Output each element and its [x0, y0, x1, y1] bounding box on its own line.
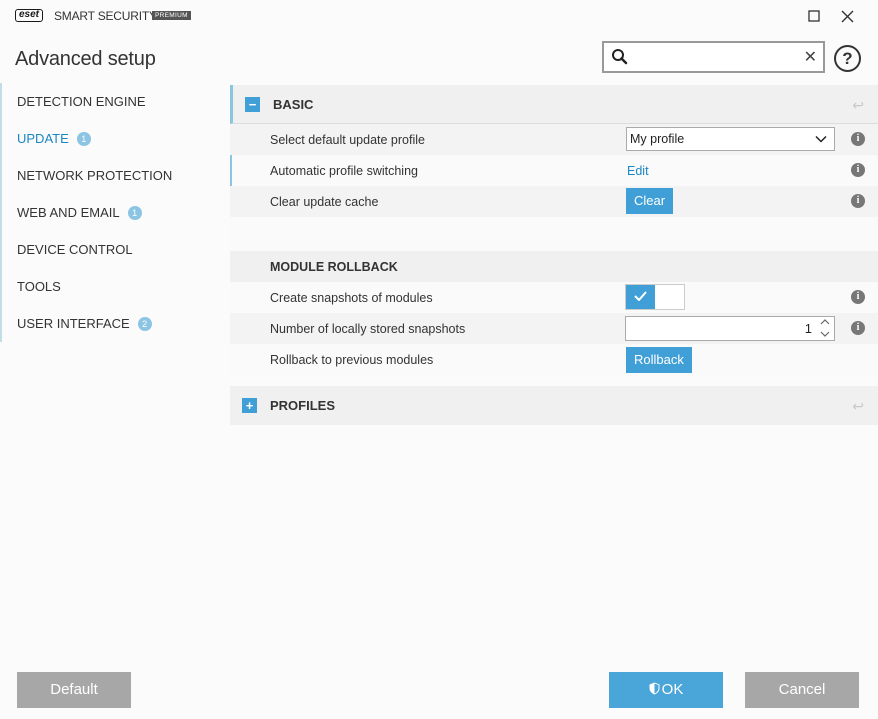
update-profile-select[interactable]: My profile [626, 127, 835, 151]
setting-label: Create snapshots of modules [270, 291, 433, 305]
edit-link[interactable]: Edit [627, 164, 649, 178]
ok-button[interactable]: OK [609, 672, 723, 708]
setting-row-create-snapshots: Create snapshots of modules i [230, 282, 878, 313]
subsection-header-module-rollback: MODULE ROLLBACK [230, 251, 878, 282]
reset-section-icon[interactable]: ↩ [852, 398, 864, 415]
clear-search-icon[interactable]: ✕ [804, 47, 817, 67]
settings-panel: − BASIC ↩ Select default update profile … [230, 85, 878, 425]
cancel-button[interactable]: Cancel [745, 672, 859, 708]
title-bar: eset SMART SECURITY PREMIUM [0, 0, 878, 32]
sidebar-item-label: DETECTION ENGINE [17, 94, 146, 109]
reset-section-icon[interactable]: ↩ [852, 97, 864, 114]
ok-label: OK [661, 681, 684, 698]
notification-badge: 1 [127, 206, 142, 220]
spacer [230, 217, 878, 251]
setting-row-update-profile: Select default update profile My profile… [230, 124, 878, 155]
search-input[interactable] [634, 46, 799, 68]
maximize-icon [808, 10, 820, 22]
sidebar-item-label: UPDATE [17, 131, 69, 146]
edition-badge: PREMIUM [152, 11, 191, 20]
setting-row-snapshot-count: Number of locally stored snapshots 1 i [230, 313, 878, 344]
close-icon [841, 10, 853, 22]
section-title: BASIC [273, 97, 314, 112]
maximize-button[interactable] [804, 6, 824, 26]
chevron-down-icon[interactable] [820, 330, 830, 338]
page-title: Advanced setup [15, 48, 156, 70]
clear-cache-button[interactable]: Clear [626, 188, 674, 214]
help-button[interactable]: ? [834, 45, 861, 72]
setting-row-auto-profile-switching: Automatic profile switching Edit i [230, 155, 878, 186]
setting-label: Rollback to previous modules [270, 353, 434, 367]
sidebar-item-network-protection[interactable]: NETWORK PROTECTION [0, 157, 230, 194]
sidebar: DETECTION ENGINE UPDATE 1 NETWORK PROTECT… [0, 83, 230, 342]
notification-badge: 2 [137, 317, 152, 331]
sidebar-item-label: DEVICE CONTROL [17, 242, 133, 257]
sidebar-item-label: TOOLS [17, 279, 61, 294]
setting-row-rollback: Rollback to previous modules Rollback [230, 344, 878, 375]
sidebar-item-label: WEB AND EMAIL [17, 205, 120, 220]
sidebar-item-label: USER INTERFACE [17, 316, 130, 331]
stepper-arrows[interactable] [819, 318, 831, 342]
chevron-up-icon[interactable] [820, 318, 830, 326]
sidebar-item-device-control[interactable]: DEVICE CONTROL [0, 231, 230, 268]
search-icon [612, 49, 628, 65]
sidebar-item-label: NETWORK PROTECTION [17, 168, 173, 183]
info-icon[interactable]: i [851, 290, 865, 304]
close-window-button[interactable] [837, 6, 857, 26]
section-header-basic[interactable]: − BASIC ↩ [230, 85, 878, 124]
sidebar-item-update[interactable]: UPDATE 1 [0, 120, 230, 157]
sidebar-item-web-and-email[interactable]: WEB AND EMAIL 1 [0, 194, 230, 231]
checkmark-icon [626, 285, 655, 309]
info-icon[interactable]: i [851, 321, 865, 335]
sidebar-item-tools[interactable]: TOOLS [0, 268, 230, 305]
eset-logo: eset [15, 9, 44, 22]
snapshot-count-stepper[interactable]: 1 [625, 316, 835, 341]
setting-label: Number of locally stored snapshots [270, 322, 466, 336]
info-icon[interactable]: i [851, 194, 865, 208]
stepper-value: 1 [804, 321, 812, 336]
setting-row-clear-cache: Clear update cache Clear i [230, 186, 878, 217]
notification-badge: 1 [76, 132, 91, 146]
collapse-icon[interactable]: − [245, 97, 260, 112]
setting-label: Select default update profile [270, 133, 425, 147]
sidebar-item-detection-engine[interactable]: DETECTION ENGINE [0, 83, 230, 120]
shield-icon [649, 682, 660, 695]
search-box[interactable]: ✕ [602, 41, 825, 73]
sidebar-item-user-interface[interactable]: USER INTERFACE 2 [0, 305, 230, 342]
setting-label: Automatic profile switching [270, 164, 418, 178]
section-header-profiles[interactable]: + PROFILES ↩ [230, 386, 878, 425]
default-button[interactable]: Default [17, 672, 131, 708]
info-icon[interactable]: i [851, 163, 865, 177]
section-title: PROFILES [270, 398, 336, 413]
product-name: SMART SECURITY [54, 9, 157, 23]
select-value: My profile [630, 132, 685, 146]
subsection-title: MODULE ROLLBACK [270, 260, 398, 274]
chevron-down-icon [815, 135, 827, 143]
snapshots-toggle[interactable] [625, 284, 685, 310]
setting-label: Clear update cache [270, 195, 379, 209]
rollback-button[interactable]: Rollback [626, 347, 692, 373]
expand-icon[interactable]: + [242, 398, 257, 413]
info-icon[interactable]: i [851, 132, 865, 146]
